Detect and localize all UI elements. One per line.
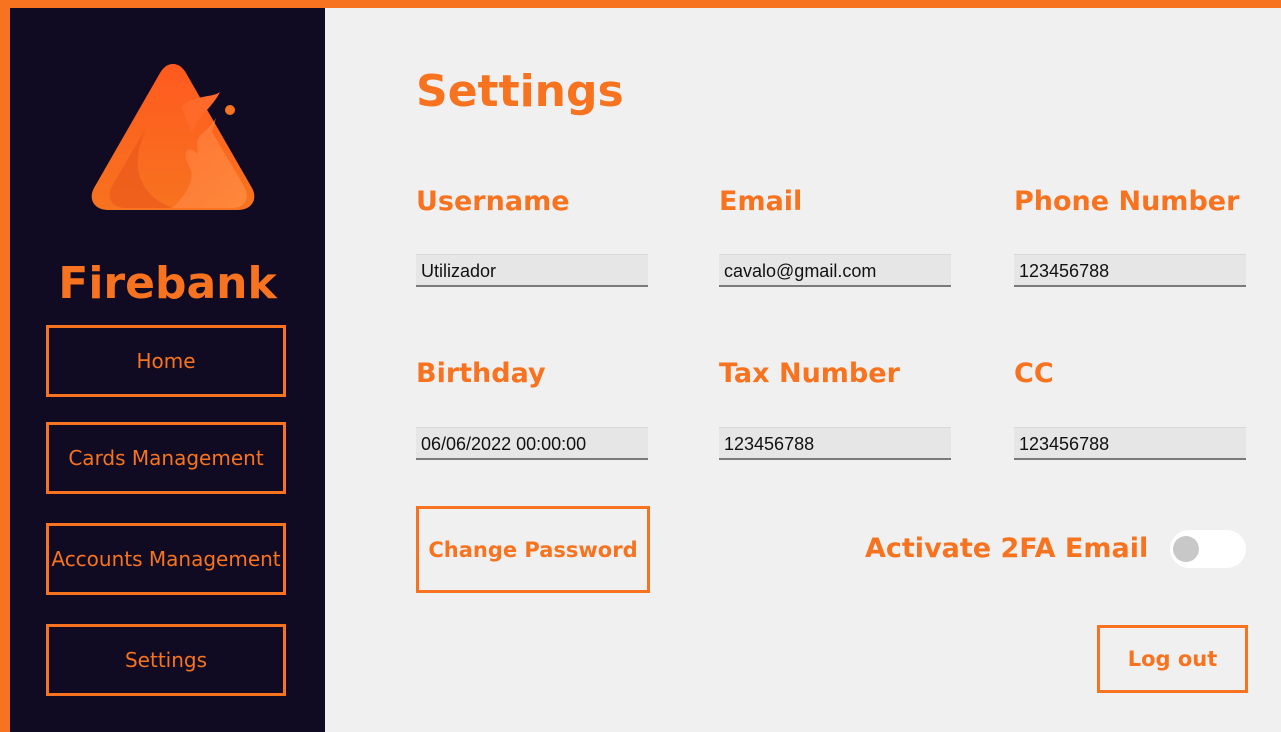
email-field[interactable] [719,254,951,287]
twofa-email-label: Activate 2FA Email [865,533,1149,564]
page-title: Settings [416,66,624,117]
username-field[interactable] [416,254,648,287]
toggle-knob [1173,536,1199,562]
tax-number-field[interactable] [719,427,951,460]
app-window: Firebank Home Cards Management Accounts … [10,8,1281,732]
twofa-email-toggle[interactable] [1170,530,1246,568]
brand-name: Firebank [58,258,277,309]
cc-label: CC [1014,358,1054,389]
change-password-button[interactable]: Change Password [416,506,650,593]
nav-home-button[interactable]: Home [46,325,286,397]
phone-number-field[interactable] [1014,254,1246,287]
nav-cards-management-button[interactable]: Cards Management [46,422,286,494]
flame-triangle-icon [91,64,255,210]
username-label: Username [416,186,570,217]
birthday-field[interactable] [416,427,648,460]
cc-field[interactable] [1014,427,1246,460]
nav-accounts-management-button[interactable]: Accounts Management [46,523,286,595]
tax-number-label: Tax Number [719,358,900,389]
sidebar: Firebank Home Cards Management Accounts … [10,8,325,732]
birthday-label: Birthday [416,358,546,389]
nav-settings-button[interactable]: Settings [46,624,286,696]
email-label: Email [719,186,803,217]
logout-button[interactable]: Log out [1097,625,1248,693]
phone-number-label: Phone Number [1014,186,1240,217]
